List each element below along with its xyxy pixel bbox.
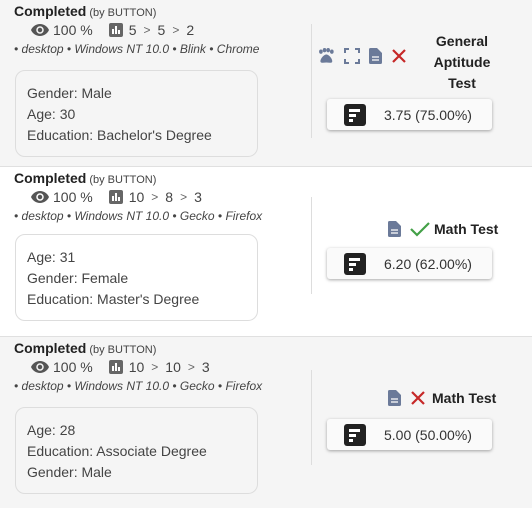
environment: • desktop • Windows NT 10.0 • Blink • Ch… xyxy=(14,42,260,56)
status-line: Completed (by BUTTON) xyxy=(14,3,156,19)
environment: • desktop • Windows NT 10.0 • Gecko • Fi… xyxy=(14,379,263,393)
bar-chart-icon xyxy=(108,23,123,37)
eye-icon xyxy=(31,191,49,203)
result-icons xyxy=(317,48,416,64)
score-value: 5.00 (50.00%) xyxy=(384,426,472,443)
separator: > xyxy=(180,190,188,204)
detail-line: Age: 31 xyxy=(27,249,76,265)
status-line: Completed (by BUTTON) xyxy=(14,170,156,186)
score-icon xyxy=(344,423,366,446)
detail-line: Education: Associate Degree xyxy=(27,443,207,459)
document-icon[interactable] xyxy=(369,48,382,64)
score-icon xyxy=(344,103,366,126)
respondent-details-card: Age: 28 Education: Associate Degree Gend… xyxy=(15,407,258,494)
test-title-line: Aptitude xyxy=(433,54,491,70)
result-icons: Math Test xyxy=(388,390,496,406)
count-1: 5 xyxy=(128,22,137,38)
test-title-line: General xyxy=(435,33,489,49)
separator: > xyxy=(151,190,159,204)
respondent-details-card: Gender: Male Age: 30 Education: Bachelor… xyxy=(15,70,258,157)
separator: > xyxy=(172,23,180,37)
score-button[interactable]: 6.20 (62.00%) xyxy=(327,248,492,279)
pass-check-icon xyxy=(410,222,430,237)
test-title: Math Test xyxy=(434,221,499,237)
separator: > xyxy=(143,23,151,37)
score-icon xyxy=(344,252,366,275)
score-button[interactable]: 5.00 (50.00%) xyxy=(327,419,492,450)
stats-line: 100 % 5 > 5 > 2 xyxy=(31,22,194,38)
count-3: 3 xyxy=(201,359,210,375)
score-value: 3.75 (75.00%) xyxy=(384,106,472,123)
view-percent: 100 % xyxy=(53,189,93,205)
test-title: General Aptitude Test xyxy=(424,31,500,94)
status-by: (by BUTTON) xyxy=(89,7,157,19)
response-row: Completed (by BUTTON) 100 % 10 > 8 > 3 • … xyxy=(0,167,532,337)
separator: > xyxy=(187,360,195,374)
count-2: 5 xyxy=(157,22,166,38)
count-1: 10 xyxy=(128,359,145,375)
stats-line: 100 % 10 > 8 > 3 xyxy=(31,189,202,205)
bar-chart-icon xyxy=(108,190,123,204)
document-icon[interactable] xyxy=(388,390,401,406)
response-row: Completed (by BUTTON) 100 % 5 > 5 > 2 • d… xyxy=(0,0,532,167)
score-button[interactable]: 3.75 (75.00%) xyxy=(327,99,492,130)
score-value: 6.20 (62.00%) xyxy=(384,255,472,272)
result-icons: Math Test xyxy=(388,221,498,237)
test-result: Math Test 6.20 (62.00%) xyxy=(312,167,532,336)
status-label: Completed xyxy=(14,340,87,356)
count-1: 10 xyxy=(128,189,145,205)
document-icon[interactable] xyxy=(388,221,401,237)
fail-x-icon xyxy=(392,49,406,63)
environment: • desktop • Windows NT 10.0 • Gecko • Fi… xyxy=(14,209,263,223)
separator: > xyxy=(151,360,159,374)
response-info: Completed (by BUTTON) 100 % 10 > 8 > 3 • … xyxy=(0,167,311,336)
fullscreen-icon[interactable] xyxy=(344,48,360,64)
count-2: 10 xyxy=(165,359,181,375)
count-3: 2 xyxy=(186,22,195,38)
count-3: 3 xyxy=(194,189,202,205)
detail-line: Gender: Male xyxy=(27,85,112,101)
fail-x-icon xyxy=(411,391,425,405)
response-info: Completed (by BUTTON) 100 % 10 > 10 > 3 •… xyxy=(0,337,311,508)
stats-line: 100 % 10 > 10 > 3 xyxy=(31,359,210,375)
detail-line: Age: 30 xyxy=(27,106,76,122)
status-label: Completed xyxy=(14,170,87,186)
test-result: General Aptitude Test 3.75 (75.00%) xyxy=(312,0,532,166)
view-percent: 100 % xyxy=(53,22,93,38)
bar-chart-icon xyxy=(108,360,123,374)
test-title: Math Test xyxy=(432,390,497,406)
detail-line: Gender: Female xyxy=(27,270,129,286)
eye-icon xyxy=(31,24,49,36)
count-2: 8 xyxy=(165,189,174,205)
status-by: (by BUTTON) xyxy=(89,344,157,356)
respondent-details-card: Age: 31 Gender: Female Education: Master… xyxy=(15,234,258,321)
status-line: Completed (by BUTTON) xyxy=(14,340,156,356)
detail-line: Gender: Male xyxy=(27,464,112,480)
response-row: Completed (by BUTTON) 100 % 10 > 10 > 3 •… xyxy=(0,337,532,508)
eye-icon xyxy=(31,361,49,373)
paw-icon[interactable] xyxy=(317,48,335,64)
detail-line: Education: Master's Degree xyxy=(27,291,200,307)
detail-line: Age: 28 xyxy=(27,422,76,438)
status-by: (by BUTTON) xyxy=(89,174,157,186)
status-label: Completed xyxy=(14,3,87,19)
detail-line: Education: Bachelor's Degree xyxy=(27,127,212,143)
view-percent: 100 % xyxy=(53,359,93,375)
test-result: Math Test 5.00 (50.00%) xyxy=(312,337,532,508)
response-info: Completed (by BUTTON) 100 % 5 > 5 > 2 • d… xyxy=(0,0,311,166)
test-title-line: Test xyxy=(448,75,476,91)
